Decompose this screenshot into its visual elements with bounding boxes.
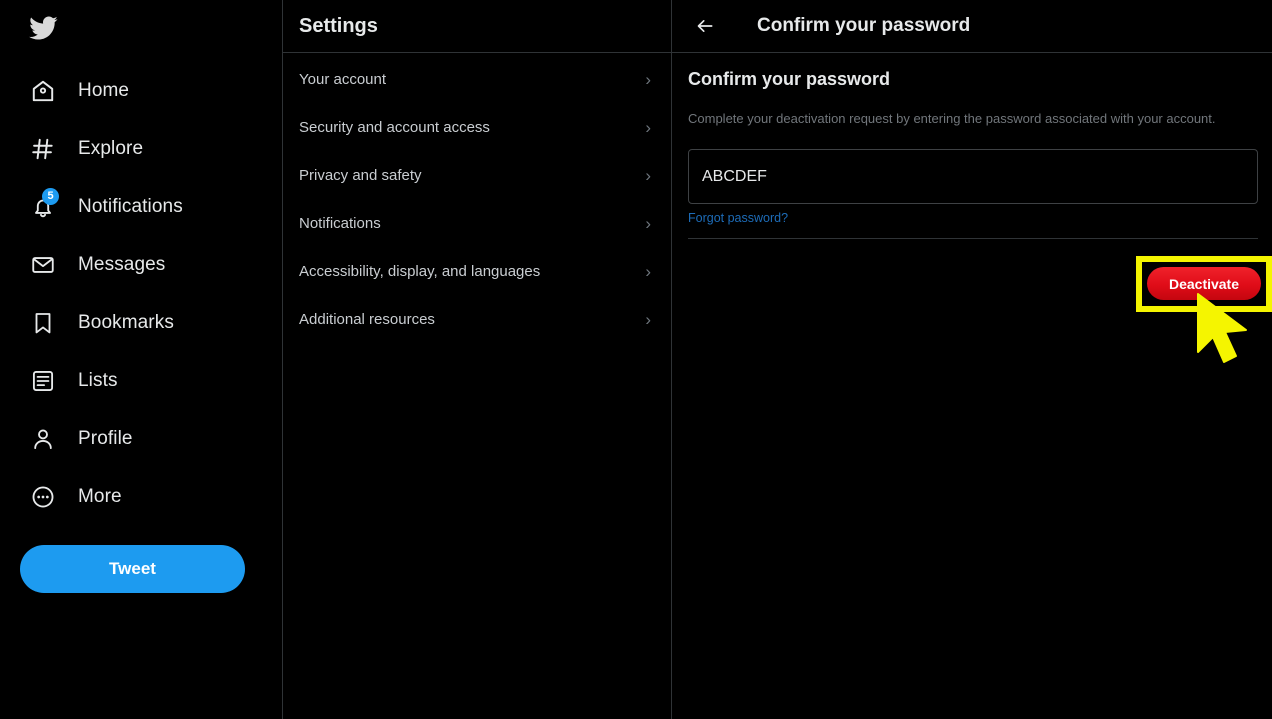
list-icon: [28, 366, 58, 396]
detail-body: Confirm your password Complete your deac…: [672, 53, 1272, 240]
chevron-right-icon: ›: [645, 261, 651, 281]
chevron-right-icon: ›: [645, 69, 651, 89]
sidebar-item-label: Lists: [78, 370, 118, 391]
sidebar-nav-list: Home Explore 5 Notifications Messages Bo…: [0, 62, 282, 526]
settings-item-additional-resources[interactable]: Additional resources ›: [283, 295, 671, 343]
twitter-bird-logo[interactable]: [0, 0, 282, 56]
sidebar-item-notifications[interactable]: 5 Notifications: [0, 178, 282, 236]
sidebar-item-label: Notifications: [78, 196, 183, 217]
sidebar-item-label: Profile: [78, 428, 133, 449]
settings-item-label: Security and account access: [299, 118, 490, 136]
confirm-password-panel: Confirm your password Confirm your passw…: [672, 0, 1272, 719]
sidebar-item-lists[interactable]: Lists: [0, 352, 282, 410]
chevron-right-icon: ›: [645, 309, 651, 329]
settings-item-accessibility-display-and-languages[interactable]: Accessibility, display, and languages ›: [283, 247, 671, 295]
chevron-right-icon: ›: [645, 117, 651, 137]
section-description: Complete your deactivation request by en…: [688, 111, 1216, 126]
more-ellipsis-icon: [28, 482, 58, 512]
settings-item-label: Privacy and safety: [299, 166, 422, 184]
settings-title: Settings: [299, 14, 378, 37]
page-title: Confirm your password: [757, 15, 971, 36]
sidebar-item-bookmarks[interactable]: Bookmarks: [0, 294, 282, 352]
bell-icon: 5: [28, 188, 59, 222]
chevron-right-icon: ›: [645, 213, 651, 233]
notification-badge: 5: [42, 188, 59, 205]
settings-item-security-and-account-access[interactable]: Security and account access ›: [283, 103, 671, 151]
detail-header: Confirm your password: [672, 0, 1272, 53]
sidebar-item-label: Bookmarks: [78, 312, 174, 333]
password-input[interactable]: [688, 149, 1258, 205]
sidebar-item-more[interactable]: More: [0, 468, 282, 526]
settings-item-label: Your account: [299, 70, 387, 88]
bookmark-icon: [28, 308, 58, 338]
settings-header: Settings: [283, 0, 671, 53]
back-arrow-icon[interactable]: [688, 9, 722, 43]
settings-item-label: Notifications: [299, 214, 381, 232]
hashtag-icon: [28, 134, 58, 164]
sidebar-item-explore[interactable]: Explore: [0, 120, 282, 178]
settings-item-label: Additional resources: [299, 310, 435, 328]
sidebar-item-messages[interactable]: Messages: [0, 236, 282, 294]
settings-item-privacy-and-safety[interactable]: Privacy and safety ›: [283, 151, 671, 199]
sidebar-item-home[interactable]: Home: [0, 62, 282, 120]
settings-menu-list: Your account › Security and account acce…: [283, 53, 671, 343]
password-field-block: Forgot password?: [688, 149, 1258, 240]
sidebar-item-label: Explore: [78, 138, 144, 159]
envelope-icon: [28, 250, 58, 280]
forgot-password-link[interactable]: Forgot password?: [688, 211, 788, 225]
settings-item-your-account[interactable]: Your account ›: [283, 55, 671, 103]
sidebar-item-profile[interactable]: Profile: [0, 410, 282, 468]
home-icon: [28, 76, 58, 106]
deactivate-button[interactable]: Deactivate: [1147, 267, 1261, 300]
primary-sidebar: Home Explore 5 Notifications Messages Bo…: [0, 0, 283, 719]
chevron-right-icon: ›: [645, 165, 651, 185]
tweet-button[interactable]: Tweet: [20, 545, 245, 593]
settings-column: Settings Your account › Security and acc…: [283, 0, 672, 719]
sidebar-item-label: More: [78, 486, 122, 507]
settings-item-label: Accessibility, display, and languages: [299, 262, 541, 280]
sidebar-item-label: Home: [78, 80, 130, 101]
section-heading: Confirm your password: [688, 69, 891, 89]
sidebar-item-label: Messages: [78, 254, 166, 275]
twitter-settings-app: Home Explore 5 Notifications Messages Bo…: [0, 0, 1272, 719]
person-icon: [28, 424, 58, 454]
settings-item-notifications[interactable]: Notifications ›: [283, 199, 671, 247]
